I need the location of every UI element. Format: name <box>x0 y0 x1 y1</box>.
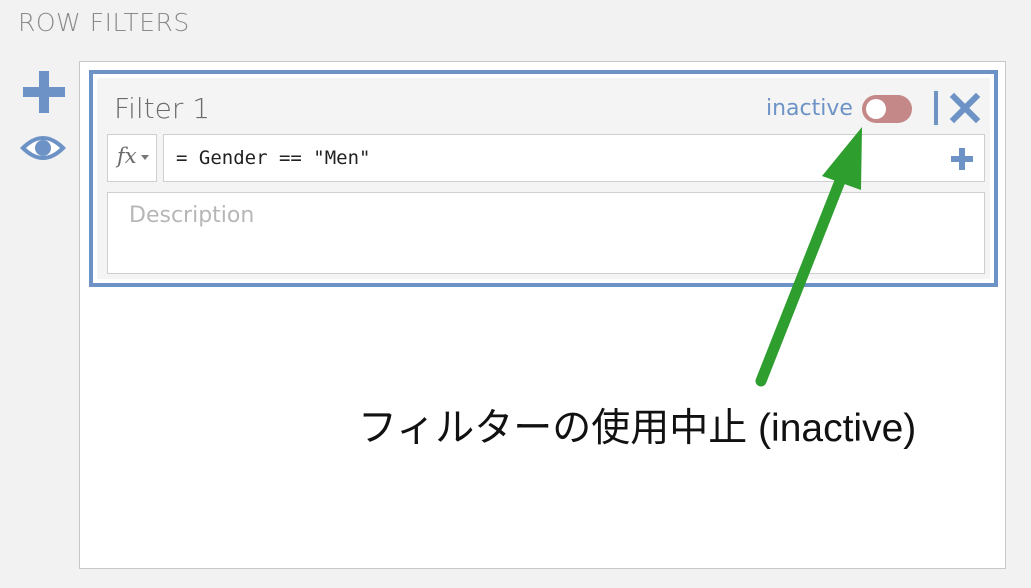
toggle-visibility-button[interactable] <box>18 130 68 166</box>
toggle-knob <box>866 99 886 119</box>
close-icon <box>949 92 981 124</box>
filter-card: Filter 1 inactive fx = Gender == "Men" D… <box>89 70 998 287</box>
plus-icon <box>951 148 973 170</box>
description-input[interactable]: Description <box>107 192 985 274</box>
section-title: ROW FILTERS <box>18 8 190 37</box>
remove-filter-button[interactable] <box>949 92 981 124</box>
plus-icon <box>23 71 65 113</box>
add-filter-button[interactable] <box>23 71 65 113</box>
eye-icon <box>20 136 66 160</box>
formula-text: = Gender == "Men" <box>176 147 371 169</box>
add-condition-button[interactable] <box>949 146 975 172</box>
chevron-down-icon <box>141 155 149 160</box>
filter-card-body: Filter 1 inactive fx = Gender == "Men" D… <box>97 78 990 279</box>
header-divider <box>934 91 938 125</box>
formula-function-button[interactable]: fx <box>107 134 157 182</box>
filter-status-label: inactive <box>766 96 853 121</box>
filter-active-toggle[interactable] <box>862 95 912 123</box>
description-placeholder: Description <box>129 203 255 228</box>
filter-title: Filter 1 <box>114 92 211 125</box>
formula-input[interactable]: = Gender == "Men" <box>163 134 985 182</box>
function-icon: fx <box>117 144 137 168</box>
annotation-label: フィルターの使用中止 (inactive) <box>358 407 917 450</box>
